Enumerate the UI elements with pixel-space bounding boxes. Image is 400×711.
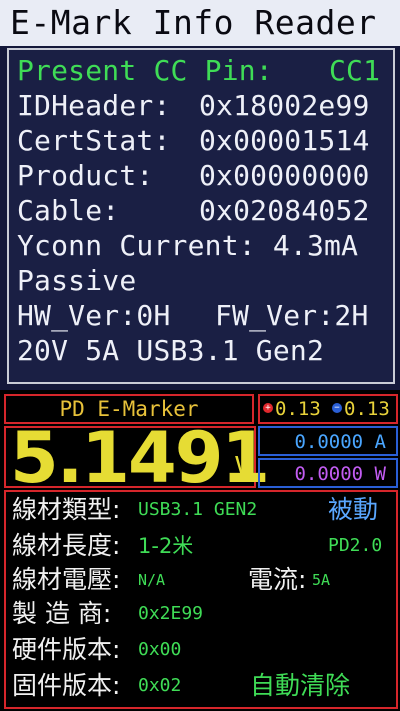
cable-length-row: 線材長度: 1-2米 PD2.0 <box>12 530 392 562</box>
hw-version-label: 硬件版本: <box>12 635 121 664</box>
cable-label: Cable: <box>17 194 120 227</box>
emark-info-box: Present CC Pin: CC1 IDHeader: 0x18002e99… <box>7 48 395 384</box>
product-row: Product: 0x00000000 <box>17 159 369 193</box>
version-row: HW_Ver:0H FW_Ver:2H <box>17 299 368 333</box>
plus-dot-icon: + <box>263 402 273 413</box>
cable-row: Cable: 0x02084052 <box>17 194 369 228</box>
fw-version: FW_Ver:2H <box>215 299 369 332</box>
cable-voltage-row: 線材電壓: N/A 電流: 5A <box>12 564 392 596</box>
cable-type-passive: Passive <box>17 264 137 297</box>
certstat-label: CertStat: <box>17 124 171 157</box>
cable-type-value: USB3.1 GEN2 <box>138 499 258 520</box>
passive-label: 被動 <box>328 495 379 524</box>
cable-voltage-label: 線材電壓: <box>12 565 121 594</box>
vendor-label: 製 造 商: <box>12 599 112 628</box>
power-value: 0.0000 W <box>294 463 386 485</box>
fw-version-row: 固件版本: 0x02 自動清除 <box>12 670 392 702</box>
cc-pin-value: CC1 <box>329 54 381 87</box>
vendor-value: 0x2E99 <box>138 603 204 624</box>
idheader-row: IDHeader: 0x18002e99 <box>17 89 369 123</box>
product-label: Product: <box>17 159 154 192</box>
cc2-reading: −0.13 <box>332 398 390 420</box>
title-bar: E-Mark Info Reader <box>0 0 400 46</box>
fw-version-label: 固件版本: <box>12 671 121 700</box>
current-box: 0.0000 A <box>258 426 398 456</box>
cable-type-row: 線材類型: USB3.1 GEN2 被動 <box>12 494 392 526</box>
cc-pin-row: Present CC Pin: CC1 <box>17 54 380 88</box>
voltage-unit: V <box>234 452 250 482</box>
hw-version: HW_Ver:0H <box>17 299 171 332</box>
vconn-current: Yconn Current: 4.3mA <box>17 229 359 262</box>
emark-info-panel: E-Mark Info Reader Present CC Pin: CC1 I… <box>0 0 400 390</box>
pd-version: PD2.0 <box>328 535 383 556</box>
voltage-value: 5.1491 <box>10 417 270 499</box>
fw-version-value: 0x02 <box>138 675 182 696</box>
meter-panel: PD E-Marker +0.13 −0.13 5.1491 V 0.0000 … <box>0 390 400 711</box>
certstat-value: 0x00001514 <box>199 124 370 157</box>
idheader-label: IDHeader: <box>17 89 171 122</box>
cable-type-label: 線材類型: <box>12 495 121 524</box>
voltage-box: 5.1491 V <box>4 418 270 498</box>
cc-voltage-box: +0.13 −0.13 <box>258 394 398 424</box>
auto-clear-label: 自動清除 <box>250 671 351 700</box>
hw-version-row: 硬件版本: 0x00 <box>12 634 392 666</box>
cable-current-value: 5A <box>312 571 331 589</box>
cable-current-label: 電流: <box>248 565 307 594</box>
cable-length-value: 1-2米 <box>138 534 194 558</box>
cable-spec: 20V 5A USB3.1 Gen2 <box>17 334 325 367</box>
minus-dot-icon: − <box>332 402 342 413</box>
cable-details-box: 線材類型: USB3.1 GEN2 被動 線材長度: 1-2米 PD2.0 線材… <box>4 490 398 709</box>
cable-length-label: 線材長度: <box>12 531 121 560</box>
cc-pin-label: Present CC Pin: <box>17 54 273 87</box>
current-value: 0.0000 A <box>294 431 386 453</box>
cable-voltage-value: N/A <box>138 571 166 589</box>
cc1-reading: +0.13 <box>263 398 321 420</box>
product-value: 0x00000000 <box>199 159 370 192</box>
cable-value: 0x02084052 <box>199 194 370 227</box>
vendor-row: 製 造 商: 0x2E99 <box>12 598 392 630</box>
idheader-value: 0x18002e99 <box>199 89 370 122</box>
hw-version-value: 0x00 <box>138 639 182 660</box>
power-box: 0.0000 W <box>258 458 398 488</box>
certstat-row: CertStat: 0x00001514 <box>17 124 369 158</box>
